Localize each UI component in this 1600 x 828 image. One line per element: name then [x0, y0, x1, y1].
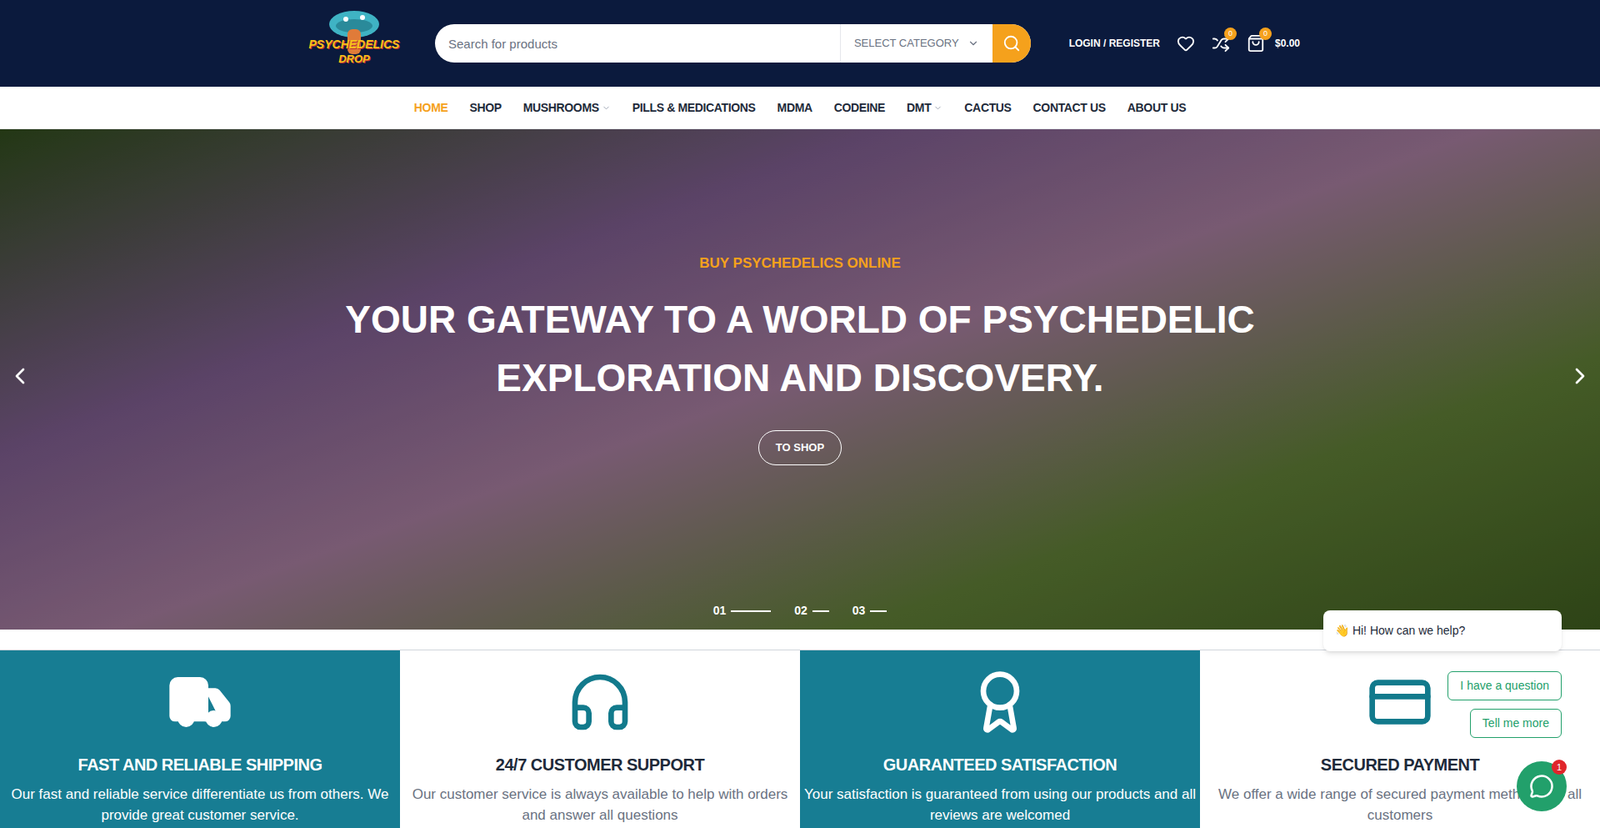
next-slide-button[interactable]	[1566, 362, 1594, 390]
search-icon	[1002, 34, 1021, 53]
hero-title: YOUR GATEWAY TO A WORLD OF PSYCHEDELIC E…	[279, 290, 1321, 407]
nav-item[interactable]: DMT	[906, 99, 943, 117]
credit-card-icon	[1366, 668, 1434, 735]
feature-title: FAST AND RELIABLE SHIPPING	[78, 751, 323, 777]
cart-badge: 0	[1259, 27, 1272, 40]
nav-item[interactable]: SHOP	[469, 99, 501, 117]
chat-option-button[interactable]: I have a question	[1447, 670, 1562, 700]
cart-total: $0.00	[1275, 35, 1300, 51]
chat-launcher-button[interactable]: 1	[1516, 760, 1567, 811]
compare-button[interactable]: 0	[1211, 34, 1230, 53]
top-header: PSYCHEDELICSDROP SELECT CATEGORY LOGIN / R…	[0, 0, 1600, 87]
nav-item[interactable]: CODEINE	[834, 99, 885, 117]
compare-badge: 0	[1224, 27, 1237, 40]
nav-item[interactable]: HOME	[414, 99, 449, 117]
feature-text: Your satisfaction is guaranteed from usi…	[803, 783, 1197, 825]
chat-badge: 1	[1551, 759, 1567, 775]
prev-slide-button[interactable]	[6, 362, 34, 390]
nav-item[interactable]: CACTUS	[964, 99, 1011, 117]
category-select[interactable]: SELECT CATEGORY	[840, 24, 993, 63]
search-button[interactable]	[992, 24, 1031, 63]
nav-item[interactable]: MDMA	[777, 99, 813, 117]
chat-greeting: 👋 Hi! How can we help?	[1323, 610, 1562, 651]
slide-dot[interactable]: 01	[713, 601, 772, 620]
nav-item[interactable]: MUSHROOMS	[523, 99, 611, 117]
chevron-right-icon	[1566, 362, 1594, 390]
slide-dot[interactable]: 02	[794, 601, 830, 620]
cart-button[interactable]: 0$0.00	[1246, 34, 1300, 53]
feature-card: GUARANTEED SATISFACTION Your satisfaction…	[800, 650, 1200, 828]
hero-subtitle: BUY PSYCHEDELICS ONLINE	[699, 252, 901, 275]
shop-button[interactable]: TO SHOP	[758, 430, 842, 465]
chat-bubble-icon	[1529, 773, 1555, 799]
feature-card: FAST AND RELIABLE SHIPPING Our fast and r…	[0, 650, 400, 828]
medal-icon	[966, 668, 1034, 735]
chat-widget: 👋 Hi! How can we help? I have a question T…	[1323, 610, 1562, 738]
heart-icon[interactable]	[1176, 34, 1195, 53]
feature-title: SECURED PAYMENT	[1320, 751, 1480, 777]
feature-text: Our customer service is always available…	[403, 783, 797, 825]
logo[interactable]: PSYCHEDELICSDROP	[300, 5, 409, 81]
main-nav: HOME SHOP MUSHROOMS PILLS & MEDICATIONS MDMA…	[0, 86, 1600, 130]
login-link[interactable]: LOGIN / REGISTER	[1069, 35, 1160, 51]
slide-dot[interactable]: 03	[852, 601, 888, 620]
page: PSYCHEDELICSDROP SELECT CATEGORY LOGIN / R…	[0, 0, 1600, 828]
search-input[interactable]	[435, 24, 840, 63]
feature-title: GUARANTEED SATISFACTION	[883, 751, 1117, 777]
feature-title: 24/7 CUSTOMER SUPPORT	[495, 751, 705, 777]
chevron-down-icon	[601, 103, 611, 113]
chevron-left-icon	[6, 362, 34, 390]
chevron-down-icon	[933, 103, 943, 113]
nav-item[interactable]: ABOUT US	[1127, 99, 1186, 117]
chevron-down-icon	[967, 37, 980, 50]
nav-item[interactable]: CONTACT US	[1033, 99, 1106, 117]
feature-text: Our fast and reliable service differenti…	[3, 783, 397, 825]
headset-icon	[566, 668, 634, 735]
hero-slider: BUY PSYCHEDELICS ONLINE YOUR GATEWAY TO A…	[0, 129, 1600, 630]
feature-card: 24/7 CUSTOMER SUPPORT Our customer servic…	[400, 650, 800, 828]
search-bar: SELECT CATEGORY	[435, 24, 1031, 63]
nav-item[interactable]: PILLS & MEDICATIONS	[632, 99, 756, 117]
slide-pagination: 01 02 03	[713, 601, 888, 620]
features: FAST AND RELIABLE SHIPPING Our fast and r…	[0, 649, 1600, 828]
truck-icon	[166, 668, 234, 735]
chat-option-button[interactable]: Tell me more	[1470, 708, 1562, 738]
